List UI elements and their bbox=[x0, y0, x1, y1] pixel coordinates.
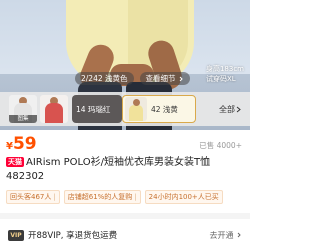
vip-banner[interactable]: VIP 开88VIP, 享退货包运费 去开通 bbox=[0, 220, 250, 250]
thumb-red[interactable] bbox=[40, 95, 68, 123]
currency-symbol: ¥ bbox=[6, 141, 13, 152]
vip-logo-icon: VIP bbox=[8, 229, 24, 241]
all-colors-label: 全部 bbox=[219, 104, 235, 114]
chip-text: 24小时内100+人已买 bbox=[148, 193, 219, 201]
model-size: 试穿码XL bbox=[205, 75, 236, 83]
chevron-right-icon bbox=[236, 106, 241, 112]
all-colors-button[interactable]: 全部 bbox=[219, 95, 242, 123]
vip-banner-text: 开88VIP, 享退货包运费 bbox=[28, 231, 118, 241]
chip-text: 回头客467人 bbox=[10, 193, 52, 201]
section-divider bbox=[0, 213, 250, 219]
model-height: 身高183cm bbox=[205, 65, 244, 73]
thumb-gallery[interactable]: 图集 bbox=[9, 95, 37, 123]
chip-text: 店铺超61%的人复购 bbox=[67, 193, 133, 201]
sold-count: 已售 4000+ bbox=[199, 141, 242, 150]
chip-returning-customers[interactable]: 回头客467人 | bbox=[6, 190, 60, 204]
gallery-badge: 图集 bbox=[9, 115, 37, 123]
color-option-red-label: 14 玛瑙红 bbox=[76, 104, 111, 114]
view-details-button[interactable]: 查看细节 bbox=[139, 72, 190, 85]
view-details-label: 查看细节 bbox=[145, 74, 176, 83]
price-value: 59 bbox=[12, 134, 37, 154]
chip-repurchase-rate[interactable]: 店铺超61%的人复购 | bbox=[63, 190, 141, 204]
color-option-yellow-selected[interactable]: 42 浅黄 bbox=[122, 95, 196, 123]
chevron-right-icon bbox=[237, 232, 241, 237]
image-counter: 2/242 浅黄色 bbox=[75, 72, 134, 85]
color-option-yellow-label: 42 浅黄 bbox=[151, 104, 178, 114]
product-title: 天猫 AIRism POLO衫/短袖优衣库男装女装T恤482302 bbox=[6, 156, 246, 184]
model-info: 身高183cm 试穿码XL bbox=[206, 64, 244, 84]
chevron-right-icon bbox=[179, 76, 183, 81]
vip-open-label: 去开通 bbox=[209, 230, 234, 240]
product-title-text: AIRism POLO衫/短袖优衣库男装女装T恤482302 bbox=[6, 157, 211, 182]
vip-open-button[interactable]: 去开通 bbox=[209, 230, 242, 241]
store-highlights: 回头客467人 | 店铺超61%的人复购 | 24小时内100+人已买 bbox=[6, 190, 250, 204]
tmall-badge: 天猫 bbox=[6, 157, 24, 167]
thumb-body bbox=[45, 103, 63, 123]
color-thumb-yellow bbox=[125, 97, 147, 121]
color-variant-strip: 图集 14 玛瑙红 42 浅黄 全部 bbox=[0, 92, 250, 126]
price: ¥ 59 bbox=[6, 134, 37, 154]
image-counter-bar: 2/242 浅黄色 查看细节 bbox=[75, 72, 190, 85]
chip-recent-buyers[interactable]: 24小时内100+人已买 bbox=[144, 190, 223, 204]
color-option-red[interactable]: 14 玛瑙红 bbox=[72, 95, 122, 123]
